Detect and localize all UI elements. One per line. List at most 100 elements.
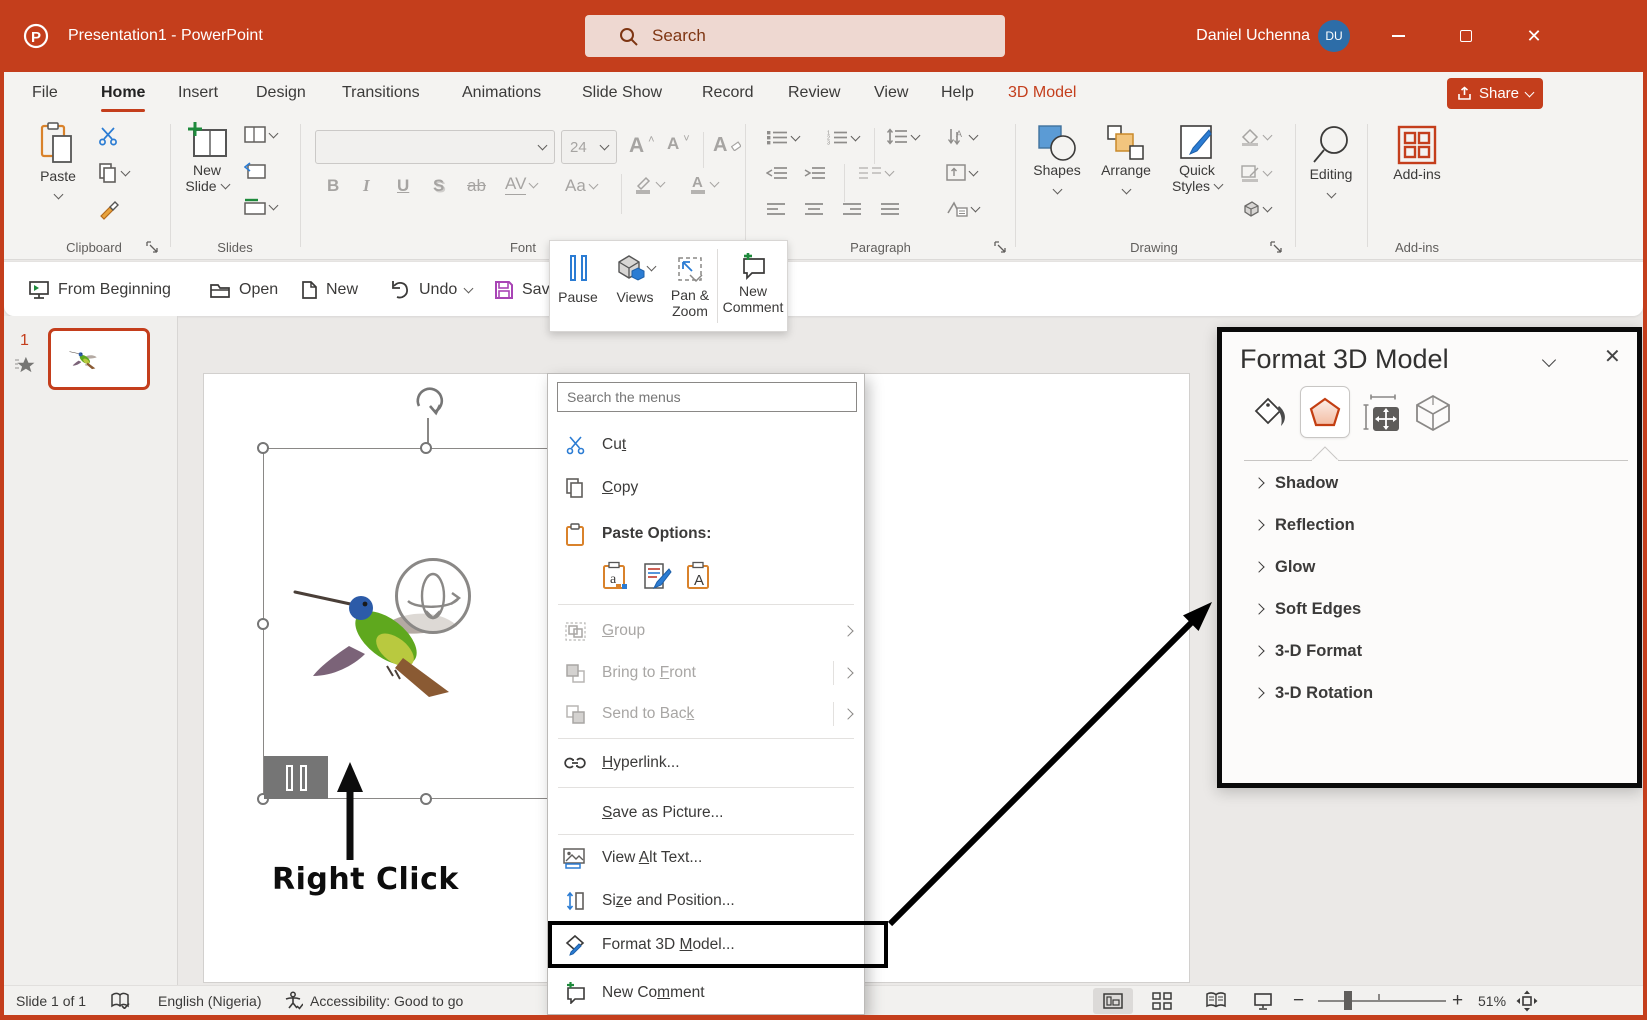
accessibility-button[interactable]: Accessibility: Good to go — [284, 986, 463, 1015]
paste-option-keep-source-formatting[interactable] — [643, 561, 673, 591]
decrease-indent-button[interactable] — [766, 166, 788, 179]
quick-styles-button[interactable]: Quick Styles — [1164, 124, 1230, 194]
cut-button[interactable] — [98, 126, 118, 146]
pane-tab-size-properties[interactable] — [1360, 392, 1404, 434]
align-center-button[interactable] — [804, 202, 824, 217]
fit-to-window-button[interactable] — [1516, 986, 1538, 1015]
shape-outline-button[interactable] — [1240, 164, 1271, 182]
decrease-font-button[interactable]: A˅ — [667, 134, 690, 154]
font-color-button[interactable]: A — [689, 174, 718, 194]
menu-search-input[interactable] — [557, 382, 857, 412]
pause-button[interactable]: Pause — [550, 241, 606, 333]
pane-section-glow[interactable]: Glow — [1222, 551, 1637, 583]
tab-record[interactable]: Record — [700, 72, 756, 114]
align-left-button[interactable] — [766, 202, 786, 217]
tab-design[interactable]: Design — [254, 72, 308, 114]
open-button[interactable]: Open — [209, 262, 278, 317]
tab-file[interactable]: File — [30, 72, 60, 114]
shape-effects-button[interactable] — [1240, 200, 1271, 218]
search-bar[interactable]: Search — [585, 15, 1005, 57]
selection-handle-top-center[interactable] — [420, 442, 432, 454]
menu-item-new-comment[interactable]: New Comment — [548, 972, 864, 1014]
change-case-button[interactable]: Aa — [565, 176, 597, 196]
reading-view-button[interactable] — [1205, 986, 1227, 1015]
strikethrough-button[interactable]: ab — [467, 176, 486, 196]
tab-transitions[interactable]: Transitions — [340, 72, 422, 114]
language-button[interactable]: English (Nigeria) — [158, 986, 261, 1015]
normal-view-button[interactable] — [1093, 988, 1133, 1014]
avatar[interactable]: DU — [1318, 20, 1350, 52]
pane-section-soft-edges[interactable]: Soft Edges — [1222, 593, 1637, 625]
spell-check-button[interactable] — [110, 986, 130, 1015]
pane-tab-3d-model[interactable] — [1410, 390, 1456, 436]
selection-handle-bottom-center[interactable] — [420, 793, 432, 805]
align-right-button[interactable] — [842, 202, 862, 217]
pane-tab-effects[interactable] — [1300, 386, 1350, 438]
justify-button[interactable] — [880, 202, 900, 217]
close-button[interactable]: ✕ — [1511, 16, 1557, 56]
maximize-button[interactable] — [1443, 16, 1489, 56]
tab-home[interactable]: Home — [99, 72, 147, 114]
user-name[interactable]: Daniel Uchenna — [1170, 27, 1310, 45]
slide-thumbnail[interactable] — [48, 328, 150, 390]
bullets-button[interactable] — [766, 130, 799, 145]
bold-button[interactable]: B — [327, 176, 339, 196]
slide-layout-button[interactable] — [244, 126, 277, 143]
menu-item-copy[interactable]: Copy — [548, 467, 864, 509]
shape-fill-button[interactable] — [1240, 128, 1271, 146]
addins-button[interactable]: Add-ins — [1387, 124, 1447, 182]
italic-button[interactable]: I — [363, 176, 370, 196]
underline-button[interactable]: U — [397, 176, 409, 196]
convert-smartart-button[interactable] — [946, 200, 979, 217]
zoom-slider-handle[interactable] — [1344, 991, 1352, 1010]
tab-review[interactable]: Review — [786, 72, 842, 114]
paste-option-destination-theme[interactable]: a — [602, 561, 630, 591]
zoom-in-button[interactable]: + — [1452, 986, 1463, 1015]
menu-item-save-as-picture[interactable]: Save as Picture... — [548, 792, 864, 834]
increase-font-button[interactable]: A˄ — [629, 134, 655, 158]
undo-button[interactable]: Undo — [389, 262, 472, 317]
pane-section-3d-format[interactable]: 3-D Format — [1222, 635, 1637, 667]
pan-zoom-button[interactable]: Pan &Zoom — [664, 241, 716, 333]
minimize-button[interactable] — [1375, 16, 1421, 56]
line-spacing-button[interactable] — [886, 128, 919, 145]
rotate-handle[interactable] — [410, 382, 448, 420]
pane-section-3d-rotation[interactable]: 3-D Rotation — [1222, 677, 1637, 709]
paste-option-keep-text-only[interactable]: A — [686, 561, 714, 591]
menu-item-cut[interactable]: Cut — [548, 424, 864, 466]
tab-help[interactable]: Help — [939, 72, 976, 114]
paste-button[interactable]: Paste — [32, 122, 84, 198]
numbering-button[interactable]: 123 — [826, 130, 859, 145]
text-direction-button[interactable]: A — [946, 128, 977, 145]
zoom-level[interactable]: 51% — [1478, 986, 1506, 1015]
clipboard-dialog-launcher[interactable] — [146, 241, 159, 254]
from-beginning-button[interactable]: From Beginning — [28, 262, 171, 317]
selection-handle-middle-left[interactable] — [257, 618, 269, 630]
menu-item-view-alt-text[interactable]: View Alt Text... — [548, 837, 864, 879]
menu-item-size-and-position[interactable]: Size and Position... — [548, 880, 864, 922]
pane-tab-fill-line[interactable] — [1248, 390, 1294, 436]
pane-collapse-button[interactable] — [1544, 352, 1554, 370]
tab-slide-show[interactable]: Slide Show — [580, 72, 664, 114]
columns-button[interactable] — [858, 166, 893, 179]
zoom-slider-track[interactable] — [1318, 1000, 1446, 1002]
tab-animations[interactable]: Animations — [460, 72, 543, 114]
increase-indent-button[interactable] — [804, 166, 826, 179]
animation-pause-overlay[interactable] — [264, 756, 328, 799]
arrange-button[interactable]: Arrange — [1094, 124, 1158, 193]
slide-indicator[interactable]: Slide 1 of 1 — [16, 986, 86, 1015]
character-spacing-button[interactable]: AV — [505, 174, 537, 195]
section-button[interactable] — [244, 198, 277, 215]
tab-3d-model[interactable]: 3D Model — [1006, 72, 1078, 114]
slide-show-button[interactable] — [1253, 986, 1273, 1015]
pane-section-reflection[interactable]: Reflection — [1222, 509, 1637, 541]
new-slide-button[interactable]: New Slide — [178, 122, 236, 194]
tab-view[interactable]: View — [872, 72, 910, 114]
paragraph-dialog-launcher[interactable] — [994, 241, 1007, 254]
font-name-combobox[interactable] — [315, 130, 555, 164]
3d-rotate-control[interactable] — [395, 558, 471, 634]
new-button[interactable]: New — [301, 262, 358, 317]
align-text-button[interactable] — [946, 164, 977, 181]
pane-section-shadow[interactable]: Shadow — [1222, 467, 1637, 499]
format-painter-button[interactable] — [98, 200, 120, 220]
